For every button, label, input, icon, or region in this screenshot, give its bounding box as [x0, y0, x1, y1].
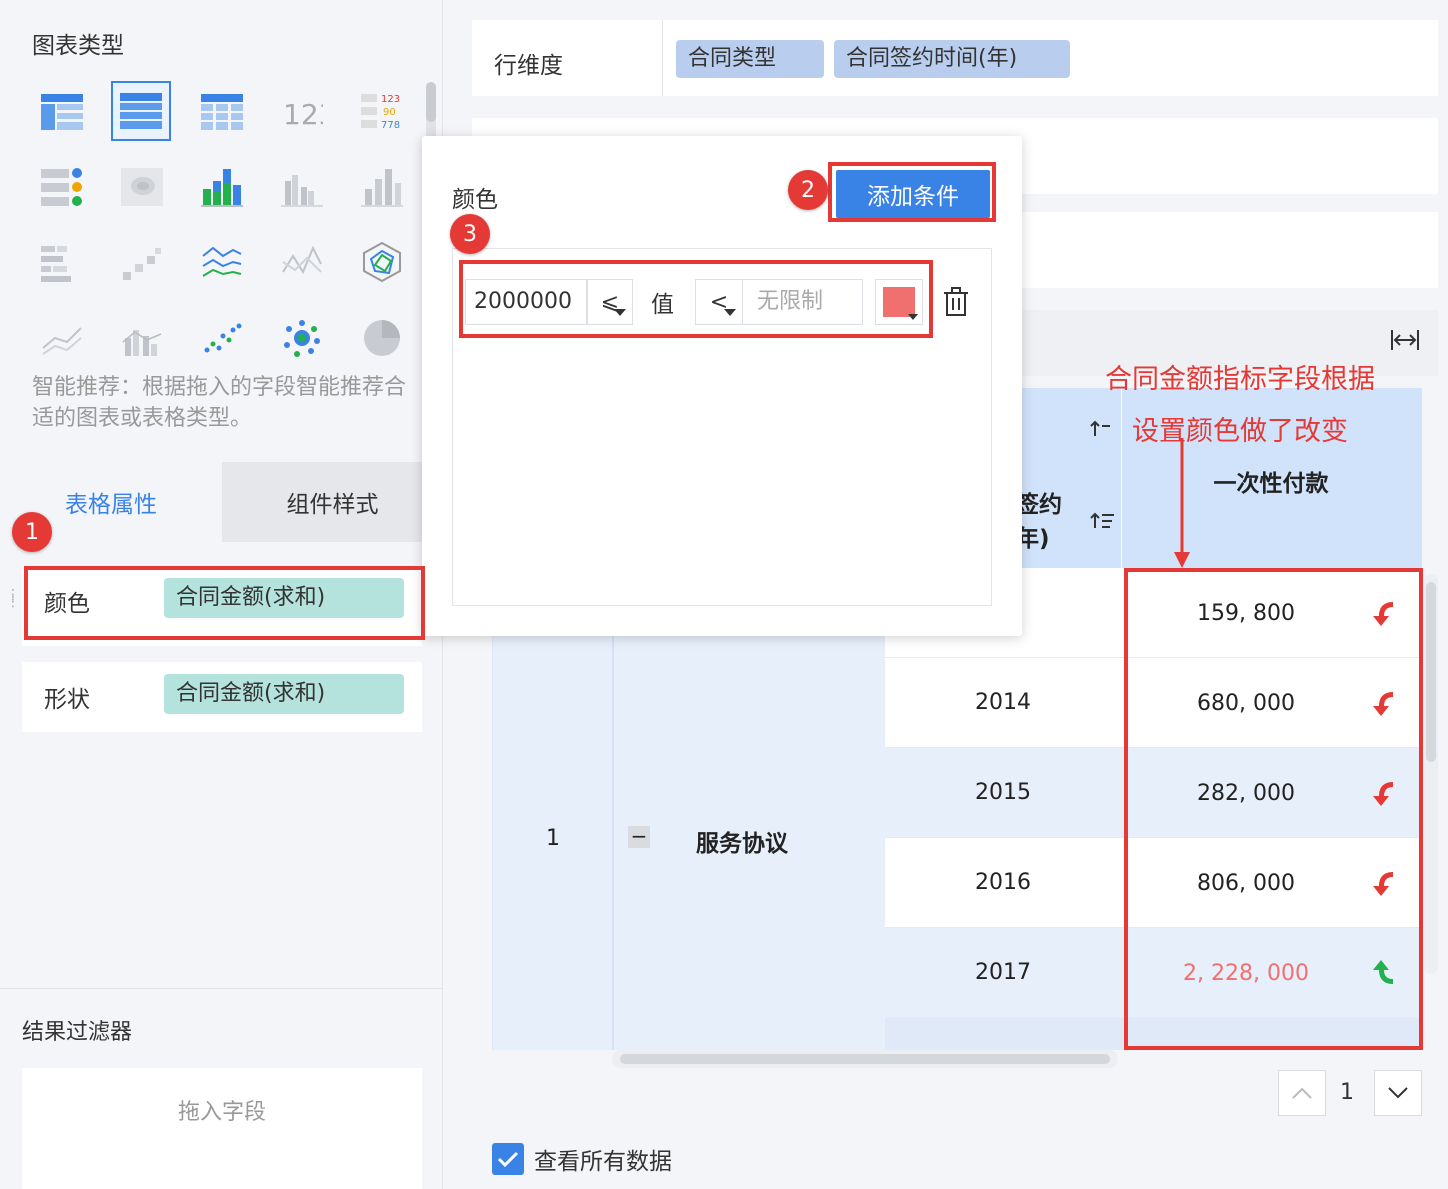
property-tabs: 表格属性 组件样式 — [0, 462, 443, 542]
index-column — [492, 568, 612, 1050]
table-row-year: 2014 — [885, 658, 1121, 748]
annotation-box-add-condition — [828, 162, 996, 222]
header-sign-year-partial: 签约 年) — [1016, 492, 1062, 552]
stacked-bar-icon[interactable] — [192, 157, 252, 217]
group-column — [612, 568, 885, 1050]
shape-property-row: 形状 合同金额(求和) — [22, 662, 422, 732]
indicator-icon[interactable] — [32, 157, 92, 217]
row-dimension-bar: 行维度 合同类型 合同签约时间(年) — [472, 20, 1438, 96]
view-all-data-label: 查看所有数据 — [534, 1149, 672, 1175]
heatmap-icon[interactable] — [112, 157, 172, 217]
multi-line-icon[interactable] — [192, 232, 252, 292]
cross-table-icon[interactable] — [111, 81, 171, 141]
table-row-year: 2017 — [885, 928, 1121, 1018]
annotation-box-value-column — [1124, 568, 1423, 1050]
colored-number-icon[interactable]: 123 90 778 — [352, 82, 412, 142]
smart-recommend-tip: 智能推荐：根据拖入的字段智能推荐合适的图表或表格类型。 — [32, 375, 407, 431]
expand-width-icon[interactable] — [1390, 328, 1420, 358]
bar-icon[interactable] — [352, 157, 412, 217]
bubble-icon[interactable] — [272, 308, 332, 368]
area-icon[interactable] — [32, 308, 92, 368]
annotation-arrow-icon — [1174, 438, 1190, 568]
chevron-down-icon — [1388, 1087, 1408, 1099]
header-lump-sum: 一次性付款 — [1213, 471, 1329, 497]
annotation-note: 合同金额指标字段根据设置颜色做了改变 — [1105, 364, 1375, 447]
vertical-scrollbar[interactable] — [1424, 574, 1438, 974]
collapse-toggle[interactable]: − — [628, 826, 650, 848]
annotation-badge-1: 1 — [12, 512, 52, 552]
gantt-icon[interactable] — [112, 232, 172, 292]
dim-pill-contract-type[interactable]: 合同类型 — [676, 40, 824, 78]
annotation-badge-3: 3 — [450, 214, 490, 254]
table-icon[interactable] — [32, 82, 92, 142]
group-label: 服务协议 — [696, 831, 788, 857]
chart-type-title: 图表类型 — [32, 33, 124, 59]
dim-pill-sign-year[interactable]: 合同签约时间(年) — [834, 40, 1070, 78]
tab-component-style[interactable]: 组件样式 — [222, 462, 443, 542]
row-dimension-divider — [662, 20, 663, 96]
annotation-box-condition — [459, 260, 933, 338]
svg-text:123: 123 — [381, 94, 400, 105]
scatter-icon[interactable] — [192, 308, 252, 368]
radar-icon[interactable] — [352, 232, 412, 292]
sort-icon[interactable] — [1090, 510, 1116, 536]
horizontal-scrollbar[interactable] — [612, 1050, 1118, 1068]
kpi-number-icon[interactable]: 123 — [272, 82, 332, 142]
popup-title: 颜色 — [452, 187, 498, 213]
row-index: 1 — [546, 826, 560, 851]
grouped-bar-icon[interactable] — [272, 157, 332, 217]
detail-table-icon[interactable] — [192, 82, 252, 142]
page-up-button[interactable] — [1278, 1070, 1326, 1116]
checkbox-checked[interactable] — [492, 1143, 524, 1175]
result-filter-title: 结果过滤器 — [22, 1020, 133, 1045]
annotation-badge-2: 2 — [788, 170, 828, 210]
shape-field-pill[interactable]: 合同金额(求和) — [164, 674, 404, 714]
check-icon — [497, 1151, 519, 1168]
chevron-up-icon — [1292, 1087, 1312, 1099]
svg-text:90: 90 — [383, 107, 396, 118]
page-number: 1 — [1340, 1080, 1354, 1105]
trash-icon[interactable] — [943, 287, 969, 321]
shape-property-label: 形状 — [44, 687, 90, 713]
svg-text:123: 123 — [283, 98, 323, 130]
row-dimension-label: 行维度 — [494, 53, 563, 79]
filter-drop-zone[interactable]: 拖入字段 — [22, 1068, 422, 1189]
table-row-year: 2015 — [885, 748, 1121, 838]
filter-divider — [0, 988, 443, 989]
horizontal-bar-icon[interactable] — [32, 232, 92, 292]
pie-icon[interactable] — [352, 308, 412, 368]
page-down-button[interactable] — [1374, 1070, 1422, 1116]
annotation-box-color-field — [24, 566, 425, 640]
view-all-data-toggle[interactable]: 查看所有数据 — [492, 1142, 672, 1176]
combo-bar-icon[interactable] — [112, 308, 172, 368]
line-icon[interactable] — [272, 232, 332, 292]
svg-text:778: 778 — [381, 120, 400, 131]
table-row-year: 2016 — [885, 838, 1121, 928]
